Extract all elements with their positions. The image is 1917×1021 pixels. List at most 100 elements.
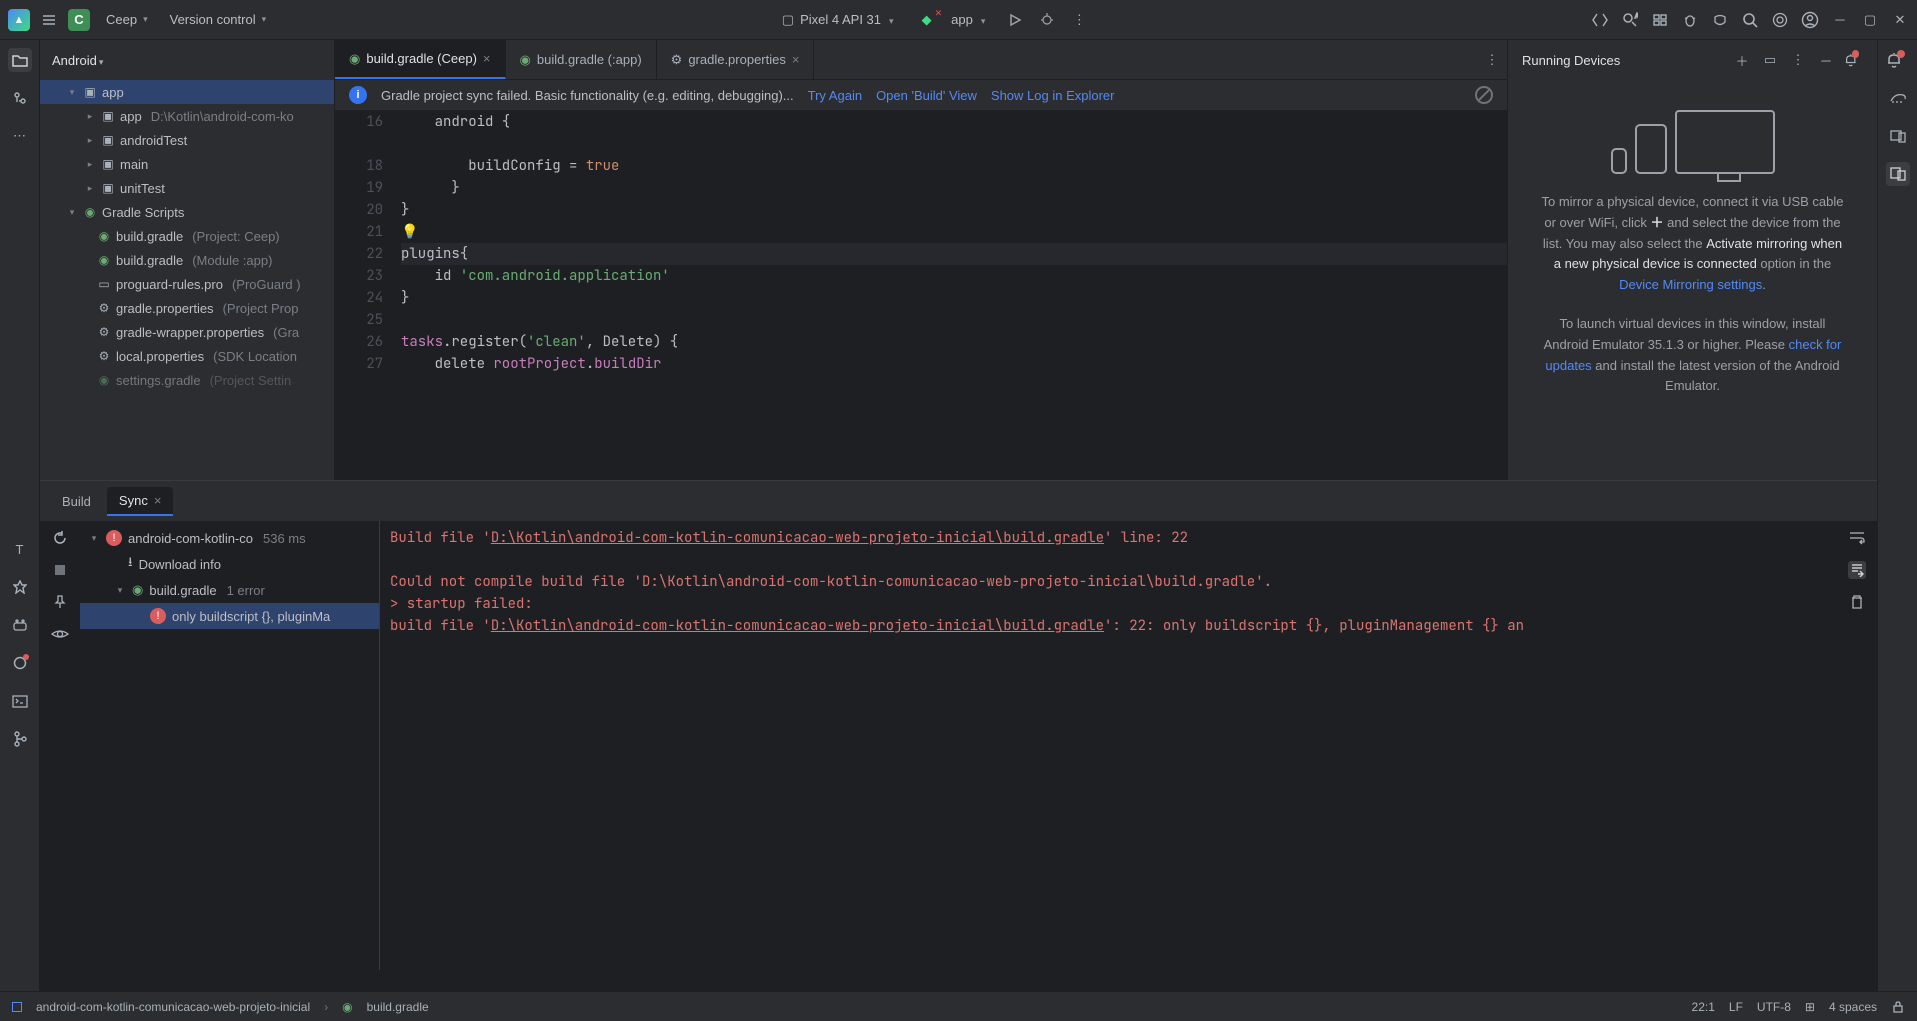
more-run-actions[interactable]: ⋮ <box>1070 11 1088 29</box>
tree-node-proguard[interactable]: ▭ proguard-rules.pro (ProGuard ) <box>40 272 334 296</box>
maximize-window[interactable]: ▢ <box>1861 11 1879 29</box>
tab-label: gradle.properties <box>688 52 786 67</box>
project-view-selector[interactable]: Android <box>52 53 103 68</box>
close-tab-icon[interactable]: × <box>792 52 800 67</box>
code-editor[interactable]: 16 18 19 20 21 22 23 24 25 26 27 <box>335 111 1507 480</box>
debug-button[interactable] <box>1038 11 1056 29</box>
sync-tree[interactable]: ▾ ! android-com-kotlin-co 536 ms ⭳ Downl… <box>80 521 380 970</box>
run-button[interactable] <box>1006 11 1024 29</box>
tree-node-settings-gradle[interactable]: ◉ settings.gradle (Project Settin <box>40 368 334 392</box>
tree-node-build-gradle-module[interactable]: ◉ build.gradle (Module :app) <box>40 248 334 272</box>
running-devices-tool-icon[interactable] <box>1886 162 1910 186</box>
main-menu-button[interactable] <box>40 11 58 29</box>
editor-tab-build-gradle-ceep[interactable]: ◉ build.gradle (Ceep) × <box>335 40 506 79</box>
close-tab-icon[interactable]: × <box>154 493 162 508</box>
indent-setting[interactable]: 4 spaces <box>1829 1000 1877 1014</box>
tree-node-gradle-properties[interactable]: ⚙ gradle.properties (Project Prop <box>40 296 334 320</box>
sync-tab[interactable]: Sync× <box>107 487 174 516</box>
hide-notification-icon[interactable] <box>1475 86 1493 104</box>
stop-sync-icon[interactable] <box>51 561 69 579</box>
sync-project-icon[interactable] <box>1651 11 1669 29</box>
minimize-window[interactable]: ─ <box>1831 11 1849 29</box>
pane-options-icon[interactable]: ⋮ <box>1789 51 1807 69</box>
caret-position[interactable]: 22:1 <box>1692 1000 1715 1014</box>
intention-bulb-icon[interactable]: 💡 <box>401 223 418 241</box>
error-icon: ! <box>150 608 166 624</box>
build-variants-tool-icon[interactable] <box>11 616 29 634</box>
sync-failed-msg: Gradle project sync failed. Basic functi… <box>381 88 794 103</box>
try-again-link[interactable]: Try Again <box>808 88 862 103</box>
device-mirroring-settings-link[interactable]: Device Mirroring settings <box>1619 277 1762 292</box>
structure-tool-icon[interactable]: T <box>11 540 29 558</box>
bookmarks-tool-icon[interactable] <box>11 578 29 596</box>
open-build-link[interactable]: Open 'Build' View <box>876 88 977 103</box>
editor-tab-build-gradle-app[interactable]: ◉ build.gradle (:app) <box>506 40 657 79</box>
services-tool-icon[interactable] <box>11 654 29 672</box>
show-log-link[interactable]: Show Log in Explorer <box>991 88 1115 103</box>
project-tool-icon[interactable] <box>8 48 32 72</box>
toggle-view-icon[interactable] <box>51 625 69 643</box>
tree-node-local-properties[interactable]: ⚙ local.properties (SDK Location <box>40 344 334 368</box>
editor-tab-gradle-properties[interactable]: ⚙ gradle.properties × <box>657 40 815 79</box>
tree-node-androidtest[interactable]: ▸ ▣ androidTest <box>40 128 334 152</box>
run-config-selector[interactable]: ◆✕ app <box>915 9 993 31</box>
search-everywhere-icon[interactable] <box>1741 11 1759 29</box>
add-device-icon[interactable]: ＋ <box>1733 51 1751 69</box>
readonly-toggle-icon[interactable] <box>1891 1000 1905 1014</box>
editor-gutter: 16 18 19 20 21 22 23 24 25 26 27 <box>335 111 395 480</box>
code-with-me-icon[interactable] <box>1591 11 1609 29</box>
module-indicator-icon[interactable] <box>12 1002 22 1012</box>
folder-icon: ▣ <box>100 157 116 171</box>
android-studio-logo[interactable]: ▲ <box>8 9 30 31</box>
project-selector[interactable]: Ceep <box>100 8 154 31</box>
gradle-file-icon: ◉ <box>96 373 112 387</box>
notifications-icon[interactable] <box>1845 51 1863 69</box>
project-tree[interactable]: ▾ ▣ app ▸ ▣ app D:\Kotlin\android-com-ko… <box>40 80 334 480</box>
tabs-more-icon[interactable]: ⋮ <box>1477 40 1507 79</box>
close-window[interactable]: ✕ <box>1891 11 1909 29</box>
build-console[interactable]: Build file 'D:\Kotlin\android-com-kotlin… <box>380 521 1837 970</box>
settings-icon[interactable] <box>1771 11 1789 29</box>
scroll-to-end-icon[interactable] <box>1848 561 1866 579</box>
tree-node-wrapper-properties[interactable]: ⚙ gradle-wrapper.properties (Gra <box>40 320 334 344</box>
error-row[interactable]: ! only buildscript {}, pluginMa <box>80 603 379 629</box>
close-tab-icon[interactable]: × <box>483 51 491 66</box>
tree-node-gradle-scripts[interactable]: ▾ ◉ Gradle Scripts <box>40 200 334 224</box>
gear-icon: ⚙ <box>96 301 112 315</box>
minimize-pane-icon[interactable]: ─ <box>1817 51 1835 69</box>
error-badge-icon: ✕ <box>935 8 943 19</box>
window-mode-icon[interactable]: ▭ <box>1761 51 1779 69</box>
file-icon: ▭ <box>96 277 112 291</box>
find-in-files-icon[interactable]: A <box>1621 11 1639 29</box>
gradle-tool-icon[interactable] <box>1886 86 1910 110</box>
vcs-tool-icon[interactable] <box>11 730 29 748</box>
build-gradle-row[interactable]: ▾ ◉ build.gradle 1 error <box>80 577 379 603</box>
restart-sync-icon[interactable] <box>51 529 69 547</box>
more-tools-icon[interactable]: ⋯ <box>8 124 32 148</box>
project-path[interactable]: android-com-kotlin-comunicacao-web-proje… <box>36 1000 310 1014</box>
bug-report-icon[interactable] <box>1681 11 1699 29</box>
notifications-tool-icon[interactable] <box>1886 48 1910 72</box>
tree-node-app-root[interactable]: ▾ ▣ app <box>40 80 334 104</box>
tree-node-main[interactable]: ▸ ▣ main <box>40 152 334 176</box>
terminal-tool-icon[interactable] <box>11 692 29 710</box>
tree-node-unittest[interactable]: ▸ ▣ unitTest <box>40 176 334 200</box>
code-style-icon[interactable]: ⊞ <box>1805 1000 1815 1014</box>
build-tab[interactable]: Build <box>50 488 103 515</box>
download-info-row[interactable]: ⭳ Download info <box>80 551 379 577</box>
tree-node-build-gradle-project[interactable]: ◉ build.gradle (Project: Ceep) <box>40 224 334 248</box>
clear-console-icon[interactable] <box>1848 593 1866 611</box>
commit-tool-icon[interactable] <box>8 86 32 110</box>
sync-root-row[interactable]: ▾ ! android-com-kotlin-co 536 ms <box>80 525 379 551</box>
device-manager-tool-icon[interactable] <box>1886 124 1910 148</box>
line-separator[interactable]: LF <box>1729 1000 1743 1014</box>
vcs-menu[interactable]: Version control <box>164 8 273 31</box>
device-selector[interactable]: ▢ Pixel 4 API 31 <box>775 9 901 31</box>
tree-node-app-module[interactable]: ▸ ▣ app D:\Kotlin\android-com-ko <box>40 104 334 128</box>
current-file[interactable]: build.gradle <box>367 1000 429 1014</box>
app-quality-icon[interactable] <box>1711 11 1729 29</box>
file-encoding[interactable]: UTF-8 <box>1757 1000 1791 1014</box>
pin-icon[interactable] <box>51 593 69 611</box>
soft-wrap-icon[interactable] <box>1848 529 1866 547</box>
account-icon[interactable] <box>1801 11 1819 29</box>
